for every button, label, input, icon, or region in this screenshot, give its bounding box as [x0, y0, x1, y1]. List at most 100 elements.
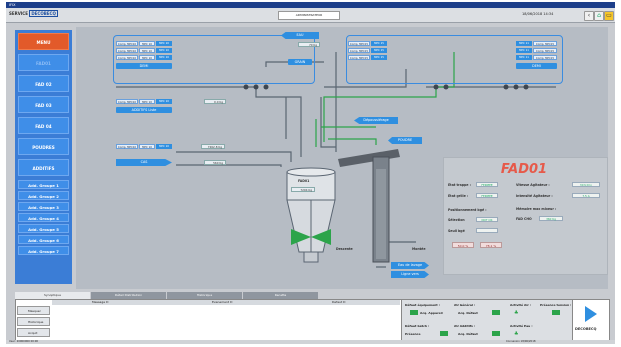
selection-label: Sélection — [448, 218, 465, 222]
mpc11-b[interactable]: MPC 11 — [516, 48, 532, 53]
sidebar-item-group2[interactable]: Add. Groupe 2 — [18, 191, 69, 200]
vitesse-value: 30 tr/mn — [572, 182, 600, 187]
tab-synoptique[interactable]: Synoptique — [15, 292, 90, 299]
etat-trappe-value: FERMEE — [476, 182, 498, 187]
au-additifs-led — [492, 331, 500, 336]
eau-lavage-arrow[interactable]: Eau de lavage — [391, 262, 429, 269]
comp-huile[interactable]: Comp. MPC10 — [116, 144, 138, 149]
sidebar-item-poudres[interactable]: POUDRES — [18, 138, 69, 155]
comp-mpc15-b[interactable]: Comp. MPC15 — [348, 48, 370, 53]
footer-bar: User: 20000000 00:00 Connexion 18/06/201… — [6, 340, 615, 344]
comp-additif[interactable]: Comp. MPC10 — [116, 99, 138, 104]
synoptic-panel: Comp. MPC10 Comp. MPC10 Comp. MPC10 MPC … — [76, 27, 608, 289]
bottom-tabs: Synoptique Détail Distribution Historiqu… — [15, 292, 608, 299]
mpc10-a[interactable]: MPC 10 — [156, 41, 172, 46]
comp-mpc11-c[interactable]: Comp. MPC15 — [533, 55, 557, 60]
masquer-button[interactable]: Masquer — [17, 306, 50, 315]
window-title: IFIX — [9, 3, 16, 7]
comp-mpc10-a2[interactable]: MPC 10 — [139, 41, 155, 46]
play-logo-icon — [585, 306, 597, 322]
additif-mpc[interactable]: MPC 10 — [156, 99, 172, 104]
comp-mpc15-c[interactable]: Comp. MPC15 — [348, 55, 370, 60]
sidebar-item-group4[interactable]: Add. Groupe 4 — [18, 213, 69, 222]
comp-mpc11-b[interactable]: Comp. MPC15 — [533, 48, 557, 53]
activite-eau-label: Activité Eau : — [510, 324, 533, 328]
sidebar-item-fad02[interactable]: FAD 02 — [18, 75, 69, 92]
user-field[interactable]: ADMINISTRATEUR — [278, 11, 340, 20]
footer-left: User: 20000000 00:00 — [9, 340, 39, 343]
comp-mpc10-c2[interactable]: MPC 10 — [139, 55, 155, 60]
grain-label[interactable]: GRAIN — [288, 59, 312, 65]
comp-mpc10-b2[interactable]: MPC 10 — [139, 48, 155, 53]
comp-mpc11-a[interactable]: Comp. MPC15 — [533, 41, 557, 46]
tab-recette[interactable]: Recette — [243, 292, 318, 299]
mpc10-c[interactable]: MPC 10 — [156, 55, 172, 60]
montee-label: Montée — [412, 247, 426, 251]
comp-huile-2[interactable]: MPC 10 — [139, 144, 155, 149]
brand-logo-box: DECOBECQ — [572, 299, 610, 341]
sidebar-item-group3[interactable]: Add. Groupe 3 — [18, 202, 69, 211]
sidebar-item-menu[interactable]: MENU — [18, 33, 69, 50]
acq-defaut-label[interactable]: Acq. Défaut — [458, 311, 478, 315]
ligne-vers-arrow[interactable]: Ligne vers — [391, 271, 429, 278]
col-defaut: Defaut D — [332, 300, 346, 304]
intensite-label: Intensité Agitateur : — [516, 194, 553, 198]
scada-window: IFIX SERVICE DECOBECQ ADMINISTRATEUR 18/… — [6, 2, 615, 344]
mpc11-a[interactable]: MPC 11 — [516, 41, 532, 46]
comp-additif-2[interactable]: MPC 10 — [139, 99, 155, 104]
mpc15-c[interactable]: MPC 15 — [371, 55, 387, 60]
acq-appareil-label[interactable]: Acq. Appareil — [420, 311, 443, 315]
mpc15-a[interactable]: MPC 15 — [371, 41, 387, 46]
datetime: 18/06/2018 14:34 — [522, 12, 554, 16]
home-icon[interactable]: ⌂ — [594, 11, 604, 21]
sidebar-item-fad03[interactable]: FAD 03 — [18, 96, 69, 113]
historique-button[interactable]: Historique — [17, 317, 50, 326]
acq-defaut2-label[interactable]: Acq. Défaut — [458, 332, 478, 336]
sidebar-item-group1[interactable]: Add. Groupe 1 — [18, 180, 69, 189]
comp-mpc10-c[interactable]: Comp. MPC10 — [116, 55, 138, 60]
comp-mpc10-b[interactable]: Comp. MPC10 — [116, 48, 138, 53]
mpc11-c[interactable]: MPC 11 — [516, 55, 532, 60]
mpc15-b[interactable]: MPC 15 — [371, 48, 387, 53]
defaut-equipement-label: Défaut équipement : — [405, 303, 440, 307]
sidebar-item-additifs[interactable]: ADDITIFS — [18, 159, 69, 176]
alarm-list: Message D Evenement D Defaut D Masquer H… — [15, 299, 402, 341]
memoire-sub-label: FAD CHO — [516, 217, 532, 221]
footer-right: Connexion 18/06/2018 — [506, 340, 536, 343]
seuil-label: Seuil bgé — [448, 229, 465, 233]
tab-historique[interactable]: Historique — [167, 292, 242, 299]
app-logo: SERVICE DECOBECQ — [9, 10, 58, 17]
sidebar-item-group6[interactable]: Add. Groupe 6 — [18, 235, 69, 244]
presence-label: Présence — [405, 332, 421, 336]
huile-value: 7262.8 Kg — [201, 144, 225, 149]
sidebar-item-fad01[interactable]: FAD01 — [18, 54, 69, 71]
eau-arrow[interactable]: EAU — [281, 32, 319, 39]
defaut-batch-label: Défaut batch : — [405, 324, 430, 328]
vitesse-label: Vitesse Agitateur : — [516, 183, 550, 187]
demi-left-label: DEMI — [116, 63, 172, 69]
comp-mpc15-a[interactable]: Comp. MPC15 — [348, 41, 370, 46]
etat-grille-value: FERMEE — [476, 193, 498, 198]
memoire-label: Mémoire max mixeur : — [516, 207, 557, 211]
depoussierage-arrow[interactable]: Dépoussiérage — [354, 117, 398, 124]
sidebar-item-group5[interactable]: Add. Groupe 5 — [18, 224, 69, 233]
mpc10-b[interactable]: MPC 10 — [156, 48, 172, 53]
acquit-button[interactable]: Acquit — [17, 328, 50, 337]
comp-mpc10-a[interactable]: Comp. MPC10 — [116, 41, 138, 46]
sidebar: MENU FAD01 FAD 02 FAD 03 FAD 04 POUDRES … — [15, 30, 72, 284]
pct-value-2: 78.1 % — [480, 242, 502, 248]
cas-value: 560 Kg — [204, 160, 226, 165]
eau-icon: ♣ — [514, 331, 519, 337]
folder-icon[interactable]: ▭ — [604, 11, 614, 21]
sidebar-item-group7[interactable]: Add. Groupe 7 — [18, 246, 69, 255]
poudre-arrow[interactable]: POUDRE — [388, 137, 422, 144]
tab-detail[interactable]: Détail Distribution — [91, 292, 166, 299]
etat-grille-label: Etat grille : — [448, 194, 469, 198]
sidebar-item-fad04[interactable]: FAD 04 — [18, 117, 69, 134]
brand-name: DECOBECQ — [575, 327, 597, 331]
cas-arrow[interactable]: CAS — [116, 159, 172, 166]
intensite-value: 7.5 A — [572, 193, 600, 198]
back-icon[interactable]: ‹ — [584, 11, 594, 21]
huile-mpc[interactable]: MPC 10 — [156, 144, 172, 149]
seuil-value — [476, 228, 498, 233]
